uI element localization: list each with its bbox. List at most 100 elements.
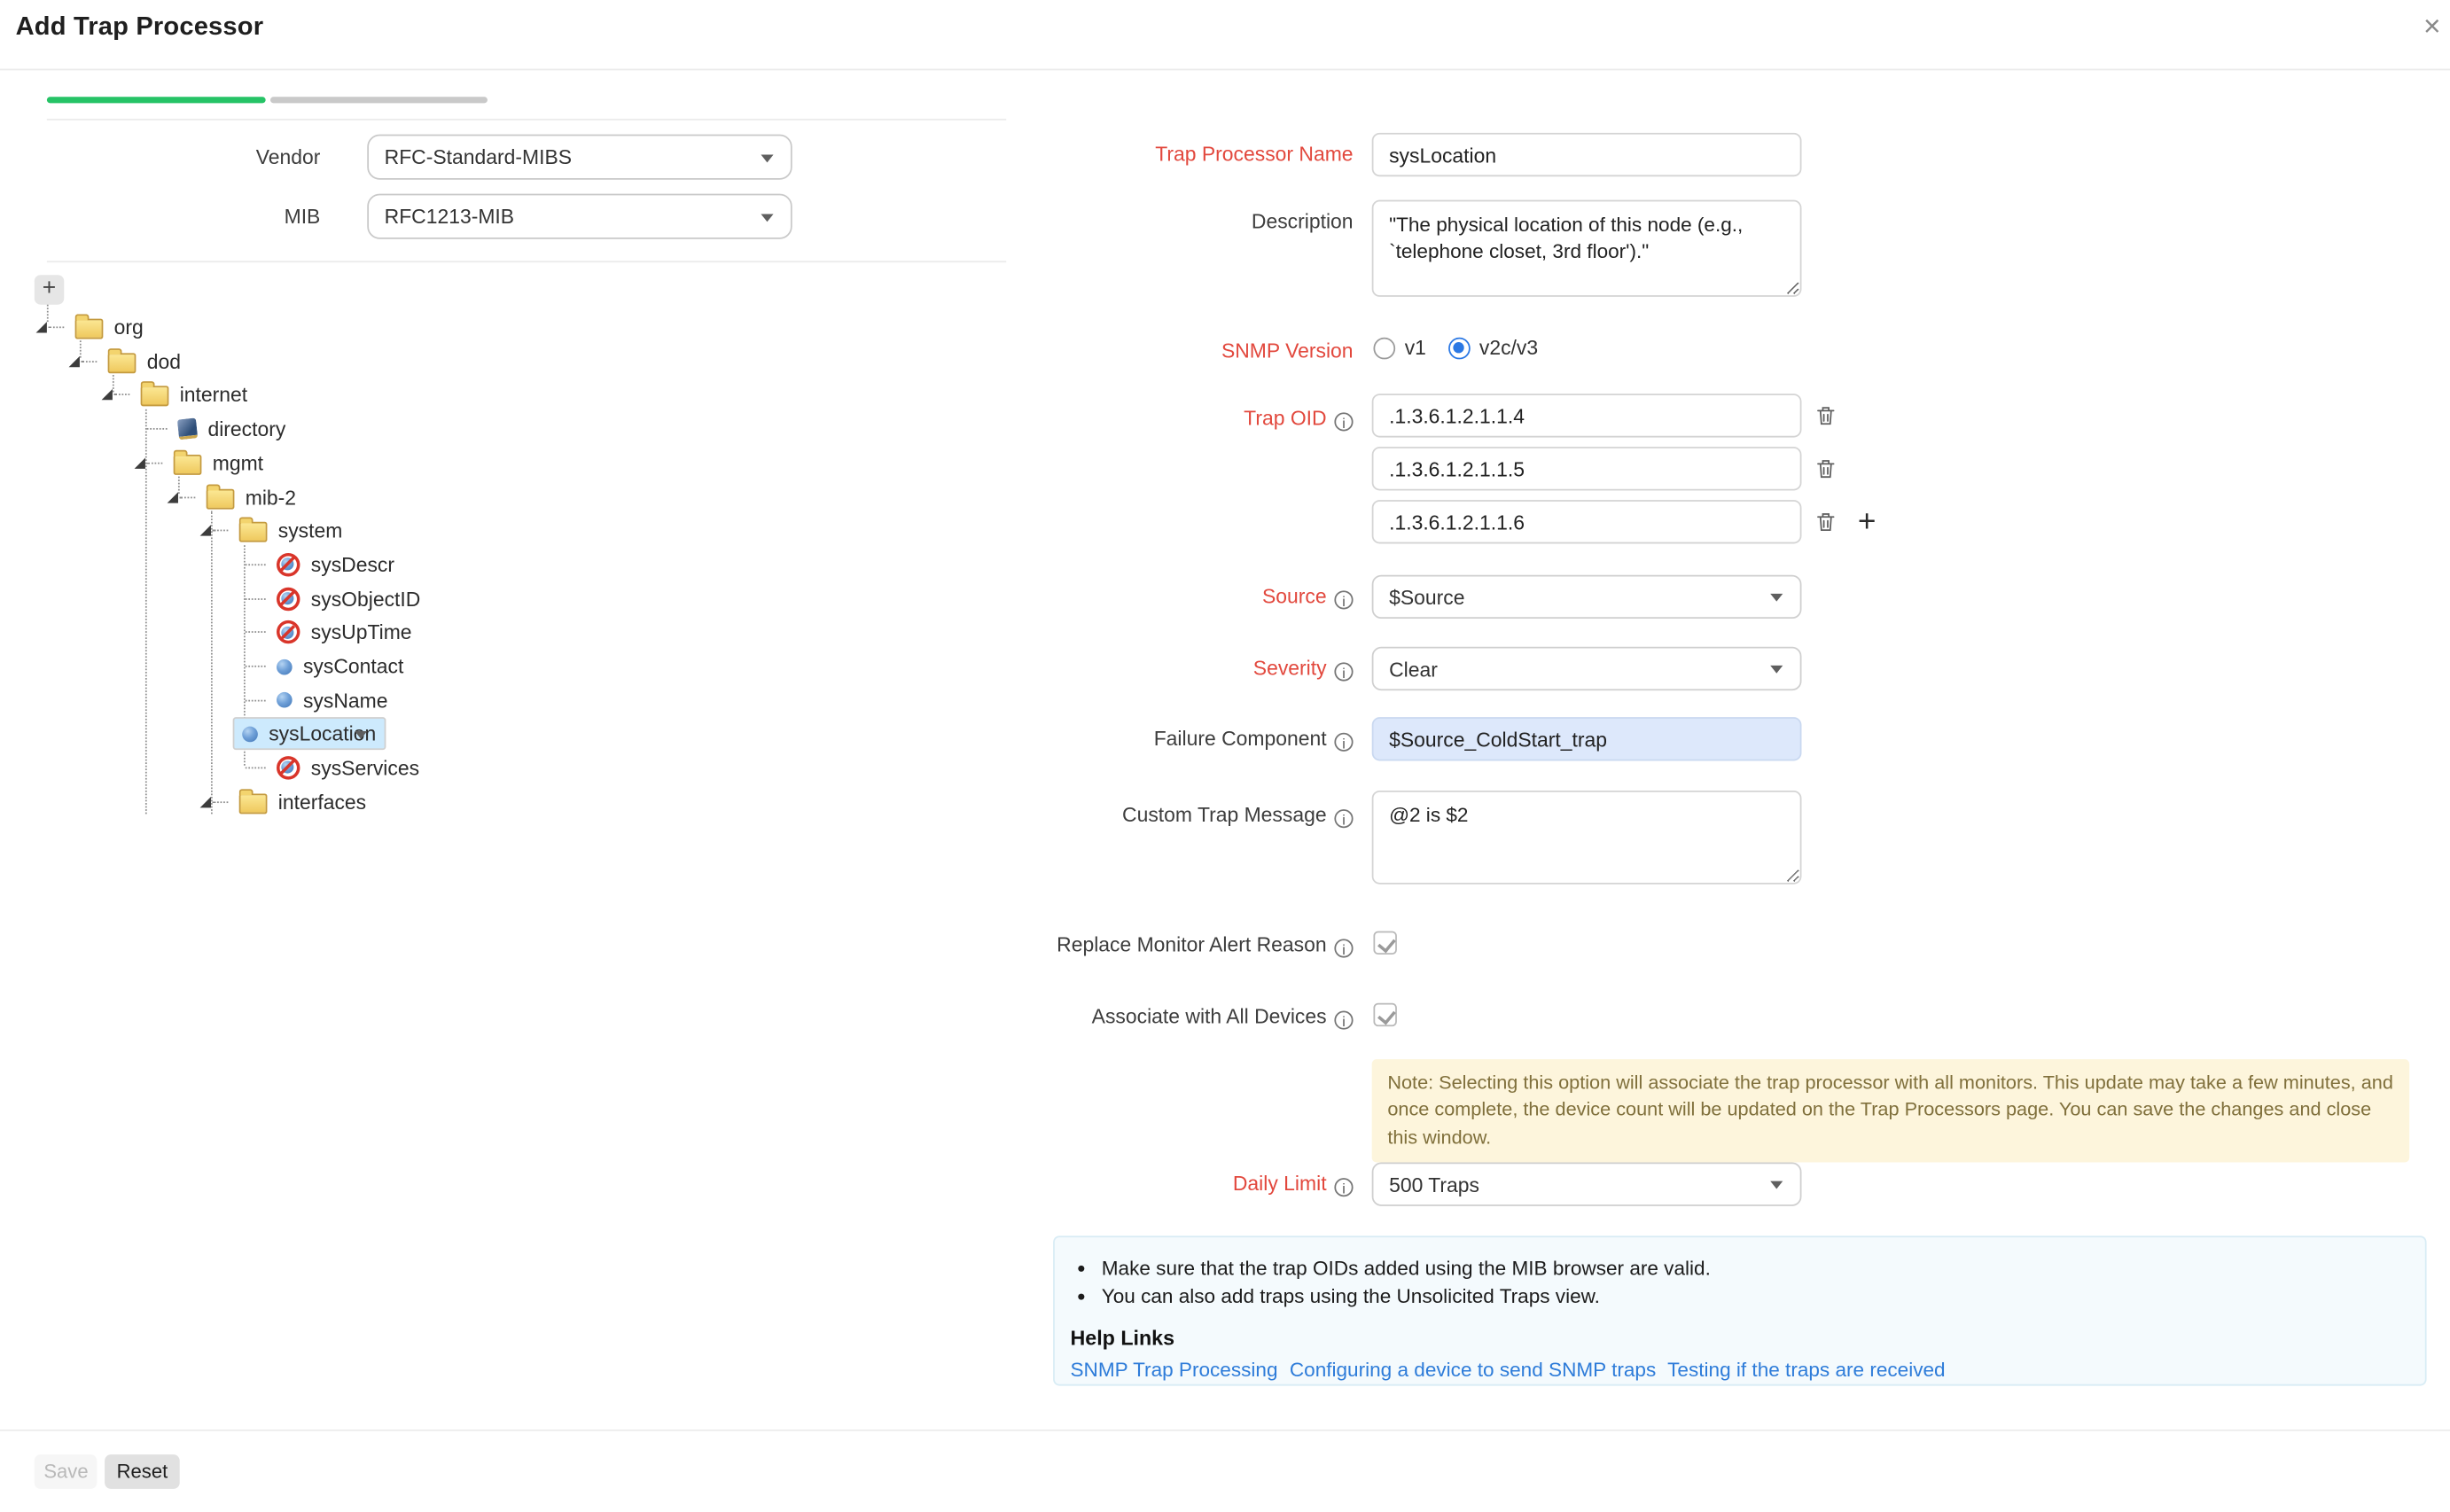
close-icon[interactable]: × <box>2423 12 2441 42</box>
tree-node-label: sysName <box>303 689 388 712</box>
tree-expanded-arrow-icon[interactable] <box>200 797 211 807</box>
tree-node-sysContact[interactable]: sysContact <box>269 651 411 681</box>
tree-expanded-arrow-icon[interactable] <box>36 322 47 332</box>
folder-icon <box>239 793 268 814</box>
trap-processor-name-input[interactable] <box>1372 133 1802 176</box>
tree-node-internet[interactable]: internet <box>133 380 255 409</box>
tree-expanded-arrow-icon[interactable] <box>135 457 145 468</box>
tree-node-dod[interactable]: dod <box>100 347 189 376</box>
tree-node-label: sysContact <box>303 655 403 678</box>
no-access-icon <box>277 620 300 643</box>
tree-node-sysUpTime[interactable]: sysUpTime <box>269 618 419 647</box>
tree-connector-stub <box>82 361 98 362</box>
daily-limit-label: Daily Limiti <box>875 1172 1353 1196</box>
associate-all-devices-label: Associate with All Devicesi <box>875 1004 1353 1029</box>
source-label: Sourcei <box>875 584 1353 609</box>
help-link[interactable]: Configuring a device to send SNMP traps <box>1290 1358 1656 1381</box>
replace-monitor-alert-reason-label: Replace Monitor Alert Reasoni <box>875 932 1353 957</box>
tree-connector-stub <box>246 666 266 667</box>
trap-oid-delete-icon-1[interactable] <box>1814 403 1838 428</box>
trap-oid-input-2[interactable] <box>1372 447 1802 490</box>
tree-node-label: sysServices <box>311 756 419 779</box>
tree-connector-stub <box>213 530 229 532</box>
reset-button[interactable]: Reset <box>105 1454 180 1489</box>
snmp-version-radio-v1[interactable] <box>1373 337 1395 359</box>
tree-connector-stub <box>147 428 168 430</box>
tree-node-sysObjectID[interactable]: sysObjectID <box>269 584 428 613</box>
replace-monitor-alert-reason-checkbox[interactable] <box>1373 931 1396 955</box>
tree-row-sysServices: sysServices <box>233 752 427 784</box>
footer-divider <box>0 1430 2450 1431</box>
book-icon <box>177 418 198 440</box>
associate-all-devices-checkbox[interactable] <box>1373 1003 1396 1026</box>
tree-connector-stub <box>114 394 130 396</box>
trap-oid-info-icon[interactable]: i <box>1334 412 1353 431</box>
severity-info-icon[interactable]: i <box>1334 662 1353 681</box>
tree-node-label: internet <box>180 384 247 407</box>
tree-node-sysLocation[interactable]: sysLocation <box>233 718 386 751</box>
tree-node-sysServices[interactable]: sysServices <box>269 753 427 783</box>
custom-trap-message-textarea[interactable] <box>1372 791 1802 885</box>
tree-expanded-arrow-icon[interactable] <box>168 491 178 502</box>
tree-row-sysContact: sysContact <box>233 650 412 682</box>
trap-oid-delete-icon-2[interactable] <box>1814 456 1838 481</box>
trap-oid-input-1[interactable] <box>1372 394 1802 437</box>
folder-icon <box>239 522 268 542</box>
tree-node-interfaces[interactable]: interfaces <box>231 787 374 815</box>
replace-monitor-alert-reason-info-icon[interactable]: i <box>1334 939 1353 957</box>
description-textarea[interactable] <box>1372 200 1802 297</box>
tree-node-sysName[interactable]: sysName <box>269 685 395 714</box>
tree-row-sysDescr: sysDescr <box>233 549 402 581</box>
save-button[interactable]: Save <box>35 1454 98 1489</box>
tree-node-mib-2[interactable]: mib-2 <box>199 482 304 511</box>
failure-component-info-icon[interactable]: i <box>1334 733 1353 752</box>
failure-component-input[interactable] <box>1372 717 1802 760</box>
snmp-version-radio-v2c-v3[interactable] <box>1448 337 1471 359</box>
source-select[interactable]: $Source <box>1372 575 1802 619</box>
folder-icon <box>207 488 235 509</box>
tree-node-system[interactable]: system <box>231 516 350 545</box>
tree-row-system: system <box>200 514 351 547</box>
no-access-icon <box>277 553 300 576</box>
custom-trap-message-info-icon[interactable]: i <box>1334 809 1353 828</box>
tree-node-label: interfaces <box>278 791 366 814</box>
tree-node-directory[interactable]: directory <box>170 414 293 443</box>
daily-limit-select[interactable]: 500 Traps <box>1372 1162 1802 1205</box>
tree-expanded-arrow-icon[interactable] <box>200 526 211 536</box>
tree-node-label: directory <box>207 417 285 440</box>
tree-expanded-arrow-icon[interactable] <box>102 390 113 401</box>
scalar-icon <box>242 726 258 742</box>
severity-select[interactable]: Clear <box>1372 647 1802 690</box>
folder-icon <box>174 455 202 475</box>
source-select-value: $Source <box>1389 585 1464 608</box>
help-link[interactable]: SNMP Trap Processing <box>1070 1358 1277 1381</box>
tree-row-mib-2: mib-2 <box>168 480 304 513</box>
tree-row-sysUpTime: sysUpTime <box>233 616 420 649</box>
snmp-version-label: SNMP Version <box>875 339 1353 364</box>
tree-connector-line <box>211 510 213 814</box>
source-info-icon[interactable]: i <box>1334 590 1353 609</box>
folder-icon <box>75 319 104 339</box>
tree-node-mgmt[interactable]: mgmt <box>166 448 271 478</box>
tree-node-sysDescr[interactable]: sysDescr <box>269 549 402 579</box>
tree-connector-stub <box>246 768 266 769</box>
trap-oid-add-icon[interactable]: + <box>1858 508 1877 536</box>
tree-expanded-arrow-icon[interactable] <box>69 355 80 366</box>
folder-icon <box>141 386 169 407</box>
trap-oid-label: Trap OIDi <box>875 406 1353 431</box>
tree-connector-stub <box>246 632 266 634</box>
tree-node-org[interactable]: org <box>67 313 152 342</box>
info-bullet-list: Make sure that the trap OIDs added using… <box>1102 1256 2409 1307</box>
associate-all-devices-info-icon[interactable]: i <box>1334 1011 1353 1030</box>
daily-limit-info-icon[interactable]: i <box>1334 1178 1353 1196</box>
help-links: SNMP Trap Processing Configuring a devic… <box>1070 1358 2409 1381</box>
no-access-icon <box>277 587 300 610</box>
snmp-version-radio-group: v1v2c/v3 <box>1373 336 1559 359</box>
help-link[interactable]: Testing if the traps are received <box>1667 1358 1945 1381</box>
trap-oid-input-3[interactable] <box>1372 500 1802 543</box>
severity-select-value: Clear <box>1389 657 1438 680</box>
tree-node-label: mgmt <box>213 451 263 474</box>
tree-node-label: mib-2 <box>246 485 296 508</box>
tree-node-label: system <box>278 519 343 542</box>
trap-oid-delete-icon-3[interactable] <box>1814 510 1838 534</box>
